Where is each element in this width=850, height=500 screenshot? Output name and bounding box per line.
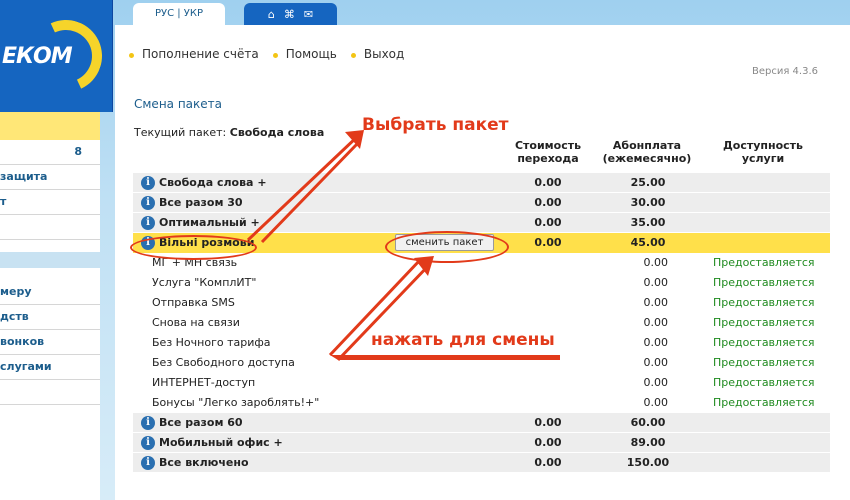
annotation-arrows <box>246 130 560 362</box>
